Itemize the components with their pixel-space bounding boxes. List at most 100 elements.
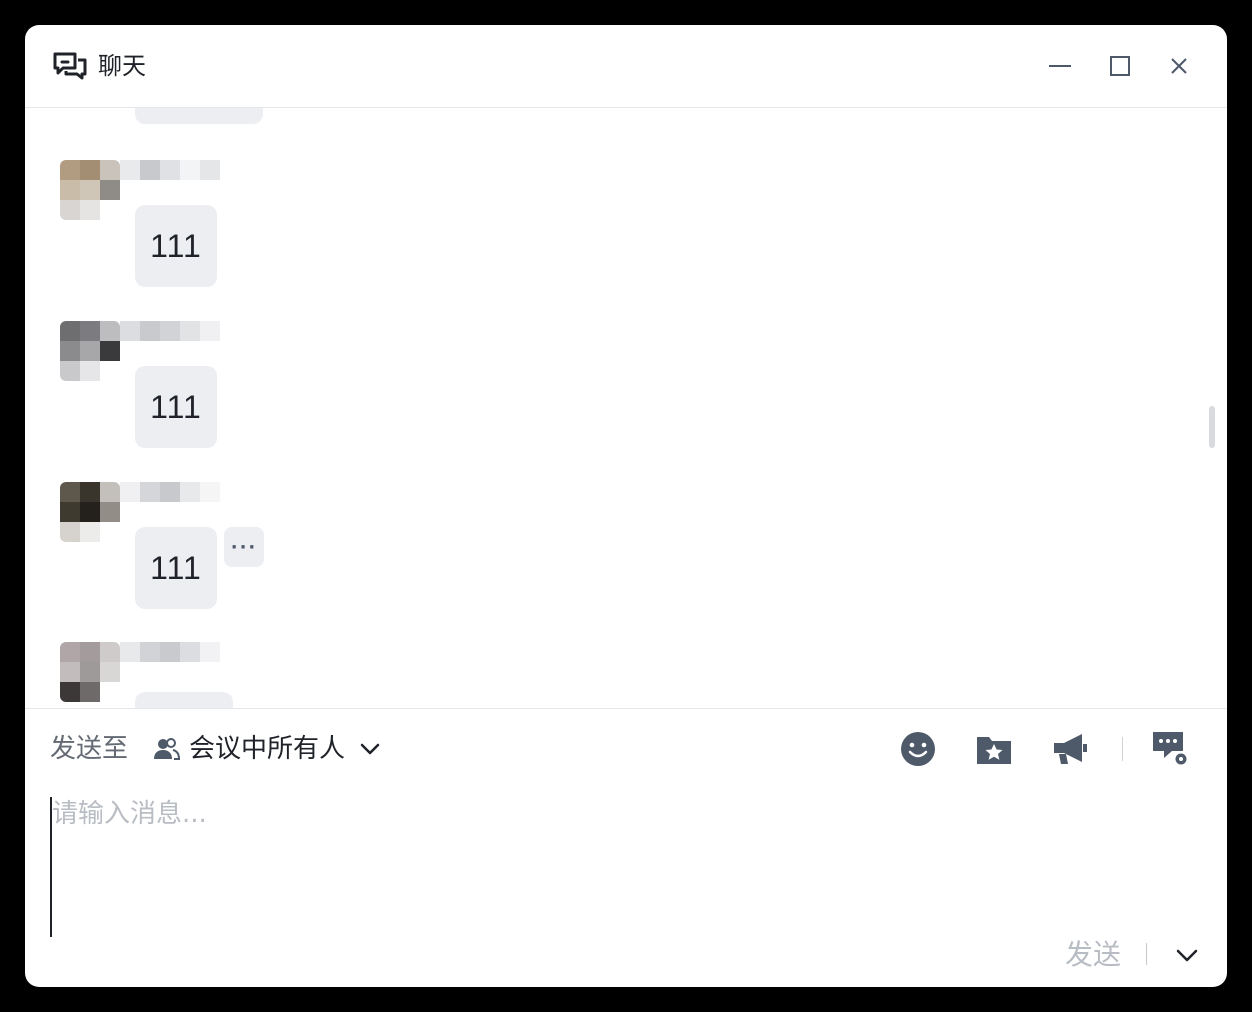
send-to-label: 发送至 (50, 734, 129, 764)
avatar-pixel (100, 200, 120, 220)
name-pixel (180, 160, 200, 180)
avatar-pixel (100, 160, 120, 180)
name-pixel (120, 321, 140, 341)
composer: 发送至 会议中所有人 请输入消息... 发送 (25, 708, 1227, 987)
minimize-icon (1049, 65, 1071, 67)
message-item: 111 ··· (25, 482, 625, 642)
avatar-pixel (60, 482, 80, 502)
close-button[interactable] (1164, 51, 1194, 81)
name-pixel (160, 321, 180, 341)
recipient-selector[interactable]: 会议中所有人 (151, 731, 383, 767)
avatar-pixel (60, 321, 80, 341)
name-pixel (120, 482, 140, 502)
avatar-pixel (60, 160, 80, 180)
avatar-pixel (60, 662, 80, 682)
name-pixel (120, 642, 140, 662)
name-pixel (120, 160, 140, 180)
more-icon: ··· (230, 536, 258, 558)
name-pixel (200, 482, 220, 502)
name-pixel (160, 160, 180, 180)
avatar-pixel (80, 662, 100, 682)
message-item: 111 (25, 160, 625, 320)
message-bubble[interactable] (135, 692, 233, 708)
avatar-pixel (60, 361, 80, 381)
avatar-pixel (80, 482, 100, 502)
chat-settings-icon (1153, 732, 1188, 766)
message-bubble[interactable]: 111 (135, 527, 217, 609)
avatar-pixel (80, 180, 100, 200)
minimize-button[interactable] (1045, 51, 1075, 81)
window-title: 聊天 (98, 52, 146, 80)
announcement-button[interactable] (1050, 729, 1090, 769)
avatar-pixel (100, 682, 120, 702)
chat-settings-button[interactable] (1150, 729, 1190, 769)
name-pixel (200, 160, 220, 180)
name-pixel (140, 642, 160, 662)
avatar-pixel (80, 341, 100, 361)
avatar-pixel (100, 662, 120, 682)
avatar-pixel (80, 502, 100, 522)
scrollbar[interactable] (1209, 406, 1215, 448)
name-pixel (140, 160, 160, 180)
name-pixel (160, 482, 180, 502)
more-options-button[interactable]: ··· (224, 527, 264, 567)
message-bubble (135, 108, 263, 124)
name-pixel (180, 642, 200, 662)
avatar-pixel (100, 482, 120, 502)
avatar[interactable] (60, 160, 120, 220)
sender-name (120, 482, 220, 502)
avatar-pixel (60, 522, 80, 542)
avatar-pixel (100, 642, 120, 662)
avatar-pixel (60, 502, 80, 522)
message-bubble[interactable]: 111 (135, 205, 217, 287)
message-input[interactable]: 请输入消息... (50, 797, 1202, 937)
avatar-pixel (80, 321, 100, 341)
name-pixel (180, 482, 200, 502)
avatar-pixel (100, 321, 120, 341)
chevron-down-icon (360, 743, 380, 755)
sender-name (120, 160, 220, 180)
emoji-icon (901, 732, 935, 766)
name-pixel (180, 321, 200, 341)
message-list[interactable]: 111 111 111 ··· (25, 108, 1227, 708)
message-input-placeholder: 请输入消息... (52, 799, 207, 829)
emoji-button[interactable] (898, 729, 938, 769)
avatar-pixel (100, 522, 120, 542)
avatar[interactable] (60, 321, 120, 381)
megaphone-icon (1054, 734, 1087, 764)
send-options-chevron-icon[interactable] (1173, 941, 1201, 969)
avatar-pixel (100, 180, 120, 200)
avatar[interactable] (60, 642, 120, 702)
chat-bubbles-icon (53, 52, 87, 80)
favorites-button[interactable] (974, 729, 1014, 769)
avatar-pixel (100, 361, 120, 381)
recipient-label: 会议中所有人 (189, 734, 346, 764)
name-pixel (200, 642, 220, 662)
avatar-pixel (80, 361, 100, 381)
name-pixel (200, 321, 220, 341)
toolbar-divider (1122, 737, 1123, 761)
sender-name (120, 642, 220, 662)
avatar-pixel (60, 200, 80, 220)
maximize-button[interactable] (1105, 51, 1135, 81)
avatar-pixel (80, 160, 100, 180)
avatar-pixel (80, 200, 100, 220)
send-button[interactable]: 发送 (1065, 937, 1121, 973)
avatar-pixel (80, 522, 100, 542)
folder-star-icon (977, 737, 1011, 764)
close-icon (1171, 58, 1187, 74)
name-pixel (140, 482, 160, 502)
avatar-pixel (60, 682, 80, 702)
name-pixel (140, 321, 160, 341)
message-bubble[interactable]: 111 (135, 366, 217, 448)
send-divider (1146, 943, 1147, 965)
avatar-pixel (80, 682, 100, 702)
maximize-icon (1110, 56, 1130, 76)
avatar-pixel (80, 642, 100, 662)
avatar-pixel (60, 341, 80, 361)
avatar-pixel (60, 180, 80, 200)
avatar[interactable] (60, 482, 120, 542)
avatar-pixel (100, 341, 120, 361)
sender-name (120, 321, 220, 341)
message-item (25, 642, 625, 708)
